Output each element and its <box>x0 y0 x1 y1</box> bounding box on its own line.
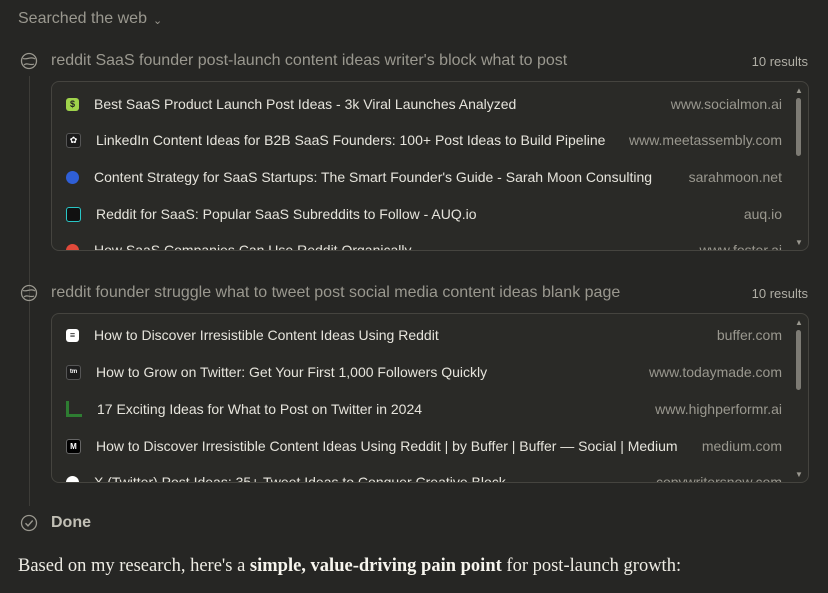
todaymade-favicon-icon: tm <box>66 364 81 380</box>
results-scrollbar[interactable]: ▲ ▼ <box>790 82 808 250</box>
result-title: 17 Exciting Ideas for What to Post on Tw… <box>97 401 423 417</box>
result-title: How to Grow on Twitter: Get Your First 1… <box>96 364 488 380</box>
result-title: LinkedIn Content Ideas for B2B SaaS Foun… <box>96 132 606 148</box>
search-results-panel: $ Best SaaS Product Launch Post Ideas - … <box>51 81 809 251</box>
foster-favicon-icon <box>66 243 79 250</box>
result-domain: sarahmoon.net <box>688 169 782 185</box>
result-domain: www.socialmon.ai <box>670 96 782 112</box>
result-title: X (Twitter) Post Ideas: 35+ Tweet Ideas … <box>94 474 506 482</box>
result-domain: buffer.com <box>716 327 782 343</box>
scroll-down-icon[interactable]: ▼ <box>795 470 803 479</box>
response-paragraph: Based on my research, here's a simple, v… <box>18 556 681 577</box>
check-circle-icon <box>20 514 38 532</box>
result-title: Content Strategy for SaaS Startups: The … <box>94 169 653 185</box>
response-text-before: Based on my research, here's a <box>18 556 250 576</box>
results-scrollbar[interactable]: ▲ ▼ <box>790 314 808 482</box>
scroll-down-icon[interactable]: ▼ <box>795 238 803 247</box>
sarahmoon-favicon-icon <box>66 170 79 184</box>
result-count: 10 results <box>751 285 808 301</box>
result-row[interactable]: tm How to Grow on Twitter: Get Your Firs… <box>66 360 782 384</box>
search-query-row: reddit founder struggle what to tweet po… <box>20 282 808 304</box>
auq-favicon-icon <box>66 206 81 222</box>
search-query-text: reddit founder struggle what to tweet po… <box>51 284 621 301</box>
search-query-row: reddit SaaS founder post-launch content … <box>20 50 808 72</box>
result-row[interactable]: X (Twitter) Post Ideas: 35+ Tweet Ideas … <box>66 470 782 482</box>
searched-web-toggle[interactable]: Searched the web ⌄ <box>18 10 162 28</box>
result-title: Best SaaS Product Launch Post Ideas - 3k… <box>94 96 517 112</box>
scrollbar-thumb[interactable] <box>796 98 801 156</box>
result-domain: www.todaymade.com <box>648 364 782 380</box>
scrollbar-thumb[interactable] <box>796 330 801 390</box>
result-row[interactable]: $ Best SaaS Product Launch Post Ideas - … <box>66 92 782 116</box>
results-list: $ Best SaaS Product Launch Post Ideas - … <box>52 82 790 250</box>
result-row[interactable]: M How to Discover Irresistible Content I… <box>66 434 782 458</box>
search-query-text: reddit SaaS founder post-launch content … <box>51 52 568 69</box>
assembly-favicon-icon: ✿ <box>66 132 81 148</box>
copywriter-favicon-icon <box>66 475 79 482</box>
result-row[interactable]: 17 Exciting Ideas for What to Post on Tw… <box>66 397 782 421</box>
result-row[interactable]: Content Strategy for SaaS Startups: The … <box>66 165 782 189</box>
result-row[interactable]: ≡ How to Discover Irresistible Content I… <box>66 323 782 347</box>
status-label: Done <box>51 514 91 531</box>
result-title: How to Discover Irresistible Content Ide… <box>94 327 439 343</box>
search-results-panel: ≡ How to Discover Irresistible Content I… <box>51 313 809 483</box>
result-count: 10 results <box>751 53 808 69</box>
results-list: ≡ How to Discover Irresistible Content I… <box>52 314 790 482</box>
result-domain: www.foster.ai <box>699 242 782 250</box>
result-domain: auq.io <box>743 206 782 222</box>
highperformr-favicon-icon <box>66 401 82 417</box>
scroll-up-icon[interactable]: ▲ <box>795 86 803 95</box>
result-domain: medium.com <box>701 438 782 454</box>
result-domain: copywritersnow.com <box>655 474 782 482</box>
result-row[interactable]: How SaaS Companies Can Use Reddit Organi… <box>66 238 782 250</box>
result-row[interactable]: Reddit for SaaS: Popular SaaS Subreddits… <box>66 202 782 226</box>
searched-web-label: Searched the web <box>18 10 147 27</box>
medium-favicon-icon: M <box>66 438 81 454</box>
result-row[interactable]: ✿ LinkedIn Content Ideas for B2B SaaS Fo… <box>66 128 782 152</box>
globe-icon <box>20 52 38 70</box>
result-title: How SaaS Companies Can Use Reddit Organi… <box>94 242 412 250</box>
scroll-up-icon[interactable]: ▲ <box>795 318 803 327</box>
result-domain: www.meetassembly.com <box>628 132 782 148</box>
result-domain: www.highperformr.ai <box>655 401 782 417</box>
result-title: Reddit for SaaS: Popular SaaS Subreddits… <box>96 206 477 222</box>
socialmon-favicon-icon: $ <box>66 97 79 111</box>
result-title: How to Discover Irresistible Content Ide… <box>96 438 678 454</box>
response-text-after: for post-launch growth: <box>501 556 682 576</box>
response-bold-text: simple, value-driving pain point <box>249 556 502 576</box>
chevron-down-icon: ⌄ <box>152 14 163 27</box>
status-row: Done <box>20 512 91 534</box>
buffer-favicon-icon: ≡ <box>66 328 79 342</box>
globe-icon <box>20 284 38 302</box>
